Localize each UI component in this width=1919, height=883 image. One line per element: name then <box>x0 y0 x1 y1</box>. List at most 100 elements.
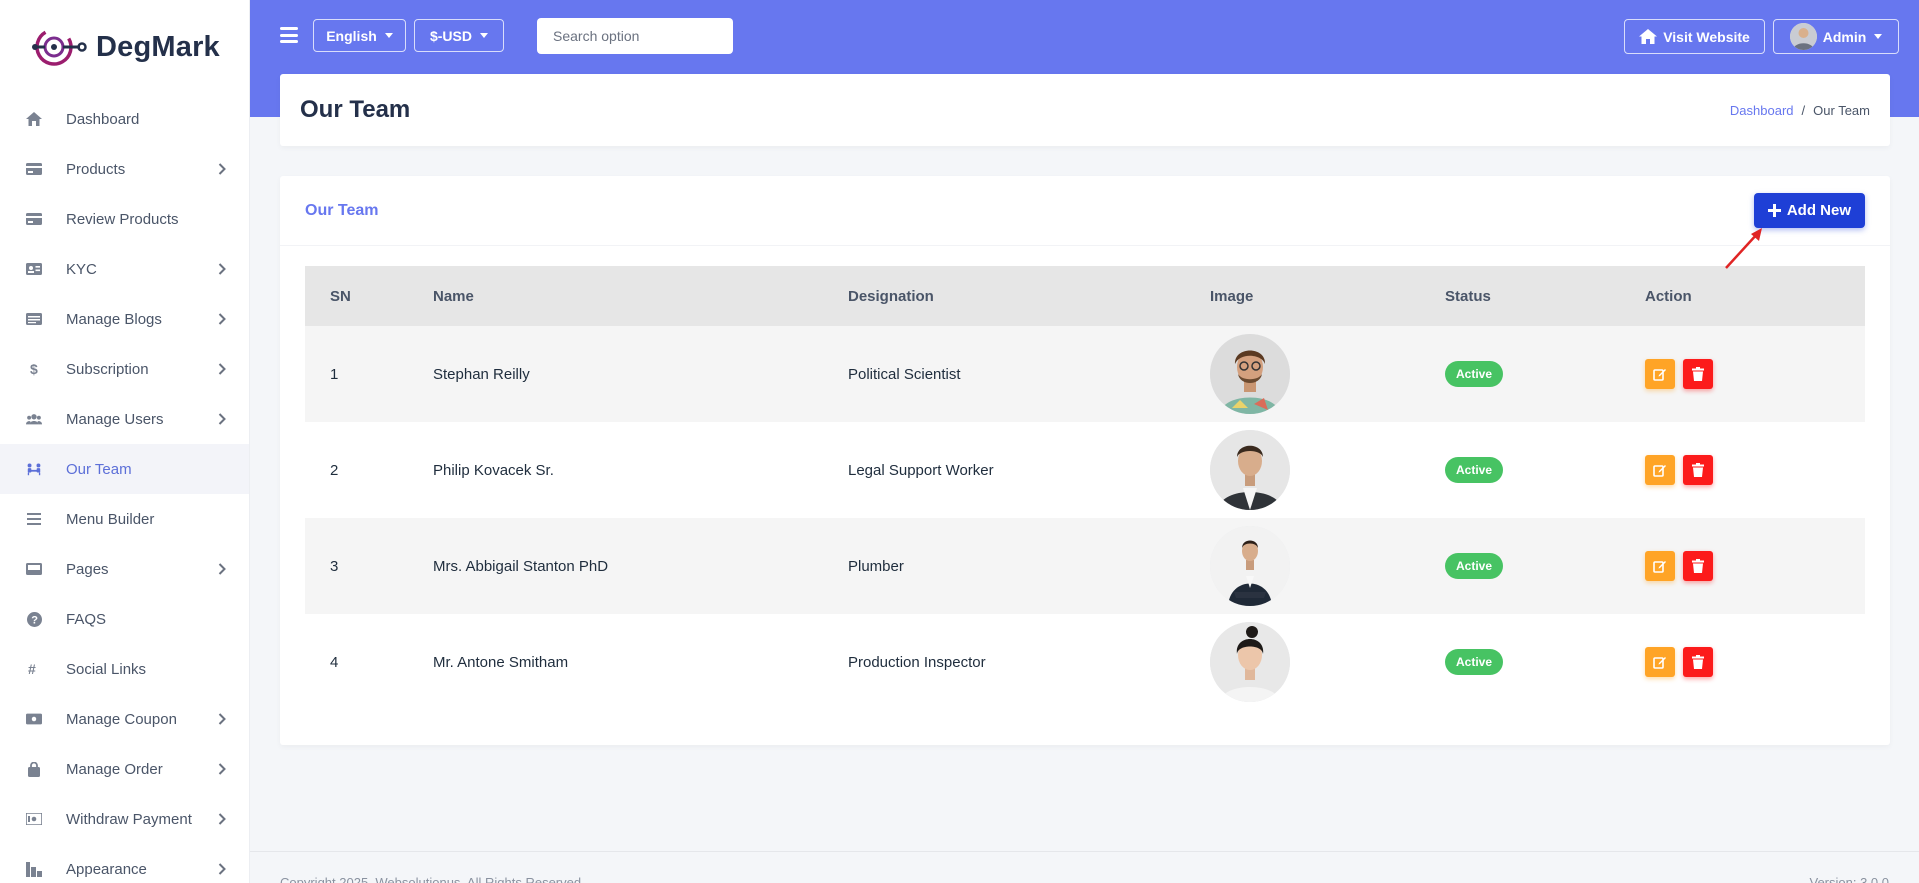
sidebar-item-menu-builder[interactable]: Menu Builder <box>0 494 249 544</box>
column-header-designation: Designation <box>848 287 934 305</box>
chevron-right-icon <box>215 812 229 826</box>
admin-label: Admin <box>1822 28 1867 45</box>
hashtag-icon: # <box>26 661 42 677</box>
breadcrumb-dashboard-link[interactable]: Dashboard <box>1730 103 1794 118</box>
status-badge: Active <box>1445 361 1504 387</box>
language-dropdown[interactable]: English <box>313 19 406 52</box>
sidebar-item-label: Manage Coupon <box>66 710 177 728</box>
sidebar-item-products[interactable]: Products <box>0 144 249 194</box>
breadcrumb: Dashboard / Our Team <box>1730 103 1870 118</box>
sidebar-item-review-products[interactable]: Review Products <box>0 194 249 244</box>
sidebar-item-manage-order[interactable]: Manage Order <box>0 744 249 794</box>
sidebar-item-social-links[interactable]: # Social Links <box>0 644 249 694</box>
sidebar-item-subscription[interactable]: $ Subscription <box>0 344 249 394</box>
home-icon <box>1639 29 1658 44</box>
svg-text:?: ? <box>31 614 38 626</box>
row-status-cell: Active <box>1445 422 1645 518</box>
table-row: 3 Mrs. Abbigail Stanton PhD Plumber Active <box>305 518 1865 614</box>
chevron-right-icon <box>215 362 229 376</box>
row-image-cell <box>1210 614 1445 710</box>
column-header-image: Image <box>1210 287 1254 305</box>
row-action-cell <box>1645 518 1865 614</box>
chevron-right-icon <box>215 312 229 326</box>
team-table: SN Name Designation Image Status Action … <box>305 266 1865 710</box>
sidebar-item-label: Manage Users <box>66 410 164 428</box>
visit-website-button[interactable]: Visit Website <box>1624 19 1765 54</box>
home-icon <box>26 111 42 127</box>
sidebar-item-label: Manage Order <box>66 760 163 778</box>
chevron-right-icon <box>215 712 229 726</box>
breadcrumb-separator: / <box>1801 102 1806 118</box>
sidebar-item-pages[interactable]: Pages <box>0 544 249 594</box>
row-status-cell: Active <box>1445 614 1645 710</box>
edit-button[interactable] <box>1645 455 1675 485</box>
column-header-name: Name <box>433 287 474 305</box>
edit-button[interactable] <box>1645 551 1675 581</box>
sidebar-item-our-team[interactable]: Our Team <box>0 444 249 494</box>
blog-icon <box>26 311 42 327</box>
team-member-avatar <box>1210 526 1290 606</box>
sidebar-item-manage-coupon[interactable]: Manage Coupon <box>0 694 249 744</box>
chevron-right-icon <box>215 862 229 876</box>
money-icon <box>26 811 42 827</box>
sidebar-item-label: Pages <box>66 560 109 578</box>
edit-button[interactable] <box>1645 359 1675 389</box>
status-badge: Active <box>1445 457 1504 483</box>
sidebar-menu: Dashboard Products Review Products KYC Manag… <box>0 94 249 883</box>
row-sn: 4 <box>330 653 339 671</box>
delete-button[interactable] <box>1683 359 1713 389</box>
admin-user-dropdown[interactable]: Admin <box>1773 19 1899 54</box>
trash-icon <box>1692 655 1704 669</box>
sidebar-item-manage-users[interactable]: Manage Users <box>0 394 249 444</box>
chevron-right-icon <box>215 262 229 276</box>
row-name: Stephan Reilly <box>433 365 530 383</box>
row-sn: 1 <box>330 365 339 383</box>
sidebar-item-label: KYC <box>66 260 97 278</box>
sidebar-item-appearance[interactable]: Appearance <box>0 844 249 883</box>
row-name: Mrs. Abbigail Stanton PhD <box>433 557 609 575</box>
svg-text:#: # <box>28 662 36 676</box>
page-icon <box>26 561 42 577</box>
currency-dropdown[interactable]: $-USD <box>414 19 504 52</box>
page-title: Our Team <box>300 96 411 123</box>
caret-down-icon <box>480 33 488 38</box>
version-text: Version: 3.0.0 <box>1809 875 1890 883</box>
sidebar-item-faqs[interactable]: ? FAQS <box>0 594 249 644</box>
sidebar-item-withdraw-payment[interactable]: Withdraw Payment <box>0 794 249 844</box>
brand-name: DegMark <box>96 30 220 63</box>
delete-button[interactable] <box>1683 455 1713 485</box>
trash-icon <box>1692 463 1704 477</box>
search-input[interactable] <box>537 18 733 54</box>
row-sn: 3 <box>330 557 339 575</box>
delete-button[interactable] <box>1683 647 1713 677</box>
add-new-label: Add New <box>1786 202 1851 219</box>
row-sn: 2 <box>330 461 339 479</box>
table-row: 4 Mr. Antone Smitham Production Inspector A… <box>305 614 1865 710</box>
row-action-cell <box>1645 422 1865 518</box>
brand[interactable]: DegMark <box>0 0 249 94</box>
row-designation: Plumber <box>848 557 904 575</box>
sidebar-item-kyc[interactable]: KYC <box>0 244 249 294</box>
svg-text:$: $ <box>30 361 38 377</box>
edit-icon <box>1653 369 1666 381</box>
delete-button[interactable] <box>1683 551 1713 581</box>
annotation-arrow-icon <box>1725 228 1762 269</box>
sidebar-item-label: Withdraw Payment <box>66 810 192 828</box>
column-header-sn: SN <box>330 287 351 305</box>
sidebar-item-manage-blogs[interactable]: Manage Blogs <box>0 294 249 344</box>
bag-icon <box>26 761 42 777</box>
row-designation: Legal Support Worker <box>848 461 994 479</box>
team-card: Our Team Add New SN Name Designation Ima… <box>280 176 1890 745</box>
row-action-cell <box>1645 326 1865 422</box>
edit-icon <box>1653 561 1666 573</box>
add-new-button[interactable]: Add New <box>1753 193 1865 228</box>
card-header: Our Team Add New <box>280 176 1890 246</box>
hamburger-menu-icon[interactable] <box>280 27 298 43</box>
edit-button[interactable] <box>1645 647 1675 677</box>
sidebar-item-dashboard[interactable]: Dashboard <box>0 94 249 144</box>
sidebar: DegMark Dashboard Products Review Products… <box>0 0 250 883</box>
copyright-text: Copyright 2025, Websolutionus. All Right… <box>280 875 582 883</box>
chevron-right-icon <box>215 162 229 176</box>
caret-down-icon <box>1874 34 1883 39</box>
chevron-right-icon <box>215 762 229 776</box>
